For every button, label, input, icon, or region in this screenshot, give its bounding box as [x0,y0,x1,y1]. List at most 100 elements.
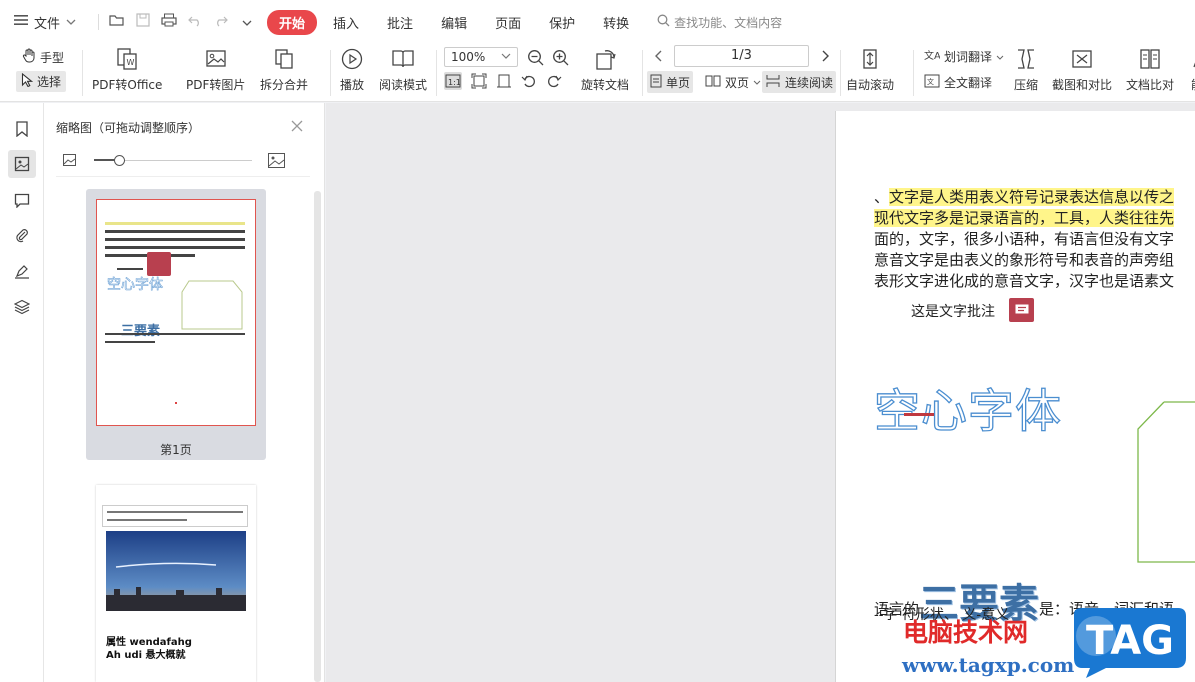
thumb-text-line [105,246,245,249]
tab-insert[interactable]: 插入 [321,10,371,35]
thumb-text-line [105,333,245,335]
page-number-input[interactable]: 1/3 [674,45,809,67]
scrollbar[interactable] [314,191,321,682]
highlighted-text: 文字是人类用表义符号记录表达信息以传之 [889,188,1175,206]
rotate-doc-label: 旋转文档 [581,78,630,92]
translate-icon: 文A [924,48,941,65]
chevron-down-icon [501,50,511,64]
open-folder-icon[interactable] [109,13,125,31]
tab-edit[interactable]: 编辑 [429,10,479,35]
play-label: 播放 [339,78,364,92]
more-tool-button[interactable]: 能 [1184,46,1195,93]
actual-size-icon[interactable]: 1:1 [444,72,462,90]
search-placeholder: 查找功能、文档内容 [674,15,783,30]
search-icon [657,14,670,30]
fit-width-icon[interactable] [495,72,513,90]
full-translate-button[interactable]: 文 全文翻译 [924,74,992,91]
next-page-icon[interactable] [816,47,834,65]
continuous-read-button[interactable]: 连续阅读 [762,71,837,93]
tab-page[interactable]: 页面 [483,10,533,35]
comment-icon[interactable] [8,186,36,214]
pdf-to-image-button[interactable]: PDF转图片 [186,46,245,93]
fit-page-icon[interactable] [470,72,488,90]
thumb-big-text: 三要素 [121,324,161,339]
book-icon [390,46,416,72]
rotate-doc-button[interactable]: 旋转文档 [581,46,629,93]
auto-scroll-button[interactable]: 自动滚动 [846,46,894,93]
single-page-button[interactable]: 单页 [647,71,694,93]
screenshot-compare-button[interactable]: 截图和对比 [1052,46,1112,93]
zoom-select[interactable]: 100% [444,47,518,67]
rotate-right-icon[interactable] [545,72,563,90]
double-page-label: 双页 [725,75,750,90]
pdf-to-office-button[interactable]: W PDF转Office [92,46,162,93]
svg-text:1:1: 1:1 [448,78,461,87]
thumbnail-panel: 缩略图（可拖动调整顺序） 空心字体 三要素 第1页 属性 wendafahg A… [44,103,325,682]
hand-icon [22,48,36,66]
attachment-icon[interactable] [8,221,36,249]
text-line-2: 现代文字多是记录语言的，工具，人类往往先 [874,208,1195,229]
more-dropdown-icon[interactable] [239,13,255,31]
cursor-arrow-icon [21,72,34,90]
panel-title: 缩略图（可拖动调整顺序） [56,121,201,135]
save-icon[interactable] [135,13,151,31]
split-merge-button[interactable]: 拆分合并 [260,46,308,93]
small-image-icon[interactable] [63,154,76,169]
thumbnail-page-2[interactable]: 属性 wendafahg Ah udi 悬大概就 [96,485,256,682]
doc-compare-button[interactable]: 文档比对 [1126,46,1174,93]
more-tool-label: 能 [1191,76,1195,93]
thumbnail-size-slider[interactable] [94,155,252,166]
signature-pen-icon[interactable] [8,257,36,285]
slider-handle[interactable] [114,155,125,166]
auto-scroll-label: 自动滚动 [846,78,895,92]
annotation-note-text: 这是文字批注 [911,304,995,320]
bookmark-icon[interactable] [8,115,36,143]
ribbon-tabs: 开始 插入 批注 编辑 页面 保护 转换 [267,9,641,35]
thumb-text-line [107,519,187,521]
print-icon[interactable] [161,13,177,31]
divider [840,50,841,96]
tab-comment[interactable]: 批注 [375,10,425,35]
chevron-down-icon [996,50,1004,64]
rotate-left-icon[interactable] [520,72,538,90]
hand-tool-button[interactable]: 手型 [22,48,64,66]
screenshot-compare-label: 截图和对比 [1052,78,1113,92]
thumbnail-icon[interactable] [8,150,36,178]
svg-text:文A: 文A [924,49,940,62]
close-icon[interactable] [291,117,303,136]
comment-marker-icon[interactable] [1009,298,1034,322]
thumb-dot [175,402,177,404]
octagon-shape[interactable] [1136,401,1195,563]
thumb-night-sky-image [106,531,246,611]
tab-convert[interactable]: 转换 [591,10,641,35]
rotate-doc-icon [592,46,618,72]
strikeout-mark [904,413,934,416]
prev-page-icon[interactable] [650,47,668,65]
thumbnail-page-1-preview: 空心字体 三要素 [96,199,256,426]
tab-protect[interactable]: 保护 [537,10,587,35]
thumb-text-line [105,230,245,233]
thumbnail-page-1[interactable]: 空心字体 三要素 第1页 [86,189,266,460]
large-image-icon[interactable] [268,153,285,171]
text-prefix: 、 [874,188,890,206]
compress-button[interactable]: 压缩 [1013,46,1039,93]
left-icon-rail [0,103,44,682]
play-button[interactable]: 播放 [339,46,365,93]
undo-icon[interactable] [187,13,203,31]
zoom-in-icon[interactable] [551,48,569,66]
file-menu[interactable]: 文件 [0,0,86,44]
thumb-text-line [117,268,143,270]
zoom-out-icon[interactable] [526,48,544,66]
read-mode-button[interactable]: 阅读模式 [379,46,427,93]
full-translate-icon: 文 [924,74,940,91]
word-translate-button[interactable]: 文A 划词翻译 [924,48,1004,65]
double-page-button[interactable]: 双页 [702,71,764,93]
tab-home[interactable]: 开始 [267,9,318,35]
layers-icon[interactable] [8,293,36,321]
thumb-text-box [102,505,248,527]
thumb-comment-marker [147,252,171,276]
select-tool-button[interactable]: 选择 [16,71,67,92]
zoom-value: 100% [451,50,486,64]
search-box[interactable]: 查找功能、文档内容 [657,14,782,31]
redo-icon[interactable] [213,13,229,31]
